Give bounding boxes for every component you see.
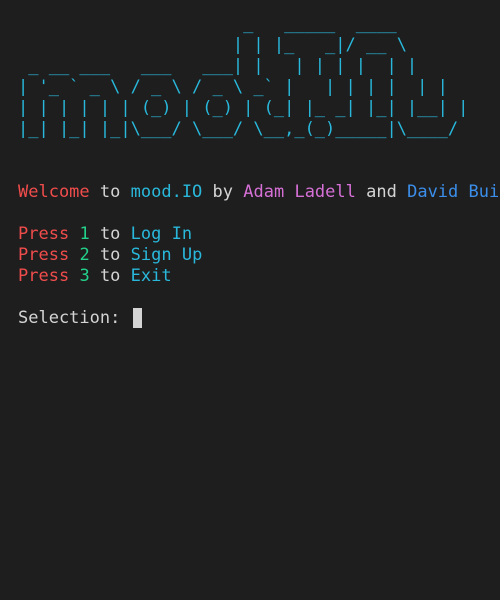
menu-action: Exit <box>130 266 172 286</box>
welcome-and-word: and <box>366 182 397 202</box>
menu-to-word: to <box>99 266 121 286</box>
menu-press-word: Press <box>18 245 70 265</box>
mood-io-ascii-banner: _ _____ ____ | | |_ _|/ __ \ _ __ ___ __… <box>18 14 469 139</box>
selection-label: Selection: <box>18 308 121 328</box>
menu-press-word: Press <box>18 224 70 244</box>
text-cursor[interactable] <box>132 308 142 328</box>
app-name: mood.IO <box>130 182 203 202</box>
menu-action: Log In <box>130 224 193 244</box>
menu-key: 3 <box>79 266 90 286</box>
menu-option-exit: Press 3 to Exit <box>18 266 482 287</box>
menu-press-word: Press <box>18 266 70 286</box>
welcome-line: Welcome to mood.IO by Adam Ladell and Da… <box>18 182 499 203</box>
terminal-window[interactable]: _ _____ ____ | | |_ _|/ __ \ _ __ ___ __… <box>0 0 500 600</box>
menu-key: 1 <box>79 224 90 244</box>
menu-action: Sign Up <box>130 245 203 265</box>
welcome-to-word: to <box>99 182 121 202</box>
author-david: David Bui <box>407 182 500 202</box>
menu-to-word: to <box>99 245 121 265</box>
selection-prompt[interactable]: Selection: <box>18 308 482 329</box>
welcome-word: Welcome <box>18 182 90 202</box>
author-adam: Adam Ladell <box>243 182 356 202</box>
menu-option-signup: Press 2 to Sign Up <box>18 245 482 266</box>
menu-key: 2 <box>79 245 90 265</box>
welcome-by-word: by <box>212 182 234 202</box>
menu-to-word: to <box>99 224 121 244</box>
menu-option-login: Press 1 to Log In <box>18 224 482 245</box>
